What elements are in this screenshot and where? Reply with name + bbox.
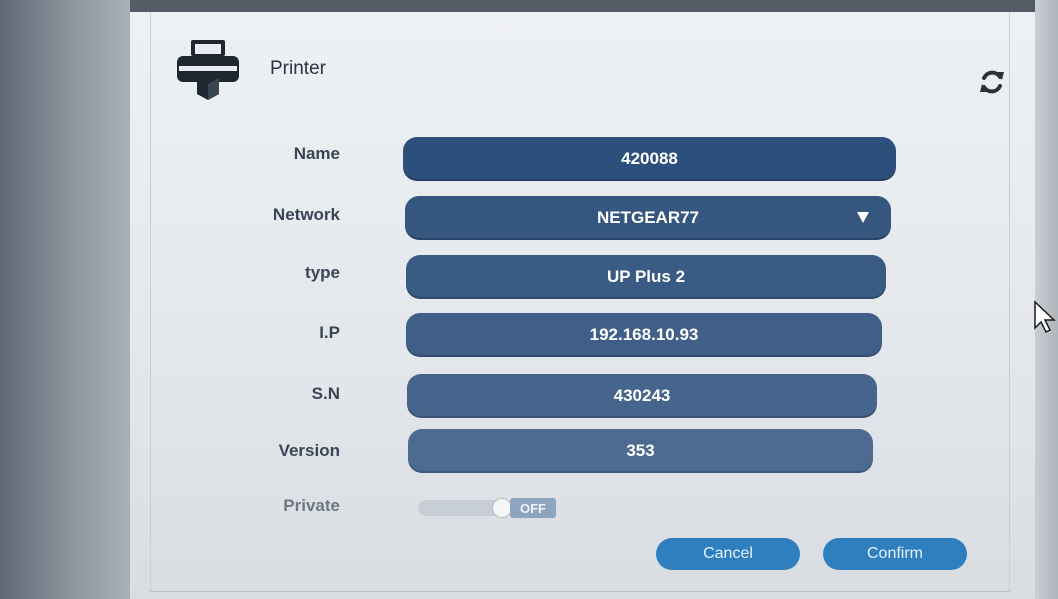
version-label: Version [278, 441, 340, 460]
sn-field[interactable]: 430243 [407, 374, 877, 418]
ip-field[interactable]: 192.168.10.93 [406, 313, 882, 357]
version-value: 353 [626, 441, 655, 460]
refresh-icon[interactable] [978, 68, 1006, 96]
ip-value: 192.168.10.93 [589, 325, 699, 344]
version-field[interactable]: 353 [408, 429, 873, 473]
private-label: Private [283, 496, 340, 515]
type-value: UP Plus 2 [606, 267, 686, 286]
ip-label: I.P [319, 323, 340, 342]
name-label: Name [293, 144, 340, 163]
sn-value: 430243 [613, 386, 671, 405]
name-field[interactable]: 420088 [403, 137, 896, 181]
private-toggle[interactable]: OFF [418, 497, 558, 519]
network-select[interactable]: NETGEAR77 [405, 196, 891, 240]
monitor-bezel-top [0, 0, 1058, 12]
toggle-knob [492, 498, 512, 518]
network-label: Network [272, 205, 340, 224]
monitor-bezel-left [0, 0, 130, 599]
dialog-title: Printer [270, 58, 326, 79]
chevron-down-icon [857, 212, 869, 223]
confirm-button[interactable]: Confirm [823, 538, 967, 570]
sn-label: S.N [311, 384, 340, 403]
name-value: 420088 [621, 149, 678, 168]
mouse-pointer-icon [1034, 300, 1056, 334]
printer-icon [177, 40, 239, 100]
type-field[interactable]: UP Plus 2 [406, 255, 886, 299]
type-label: type [305, 263, 340, 282]
cancel-button[interactable]: Cancel [656, 538, 800, 570]
network-value: NETGEAR77 [596, 208, 700, 227]
toggle-state: OFF [510, 498, 556, 518]
